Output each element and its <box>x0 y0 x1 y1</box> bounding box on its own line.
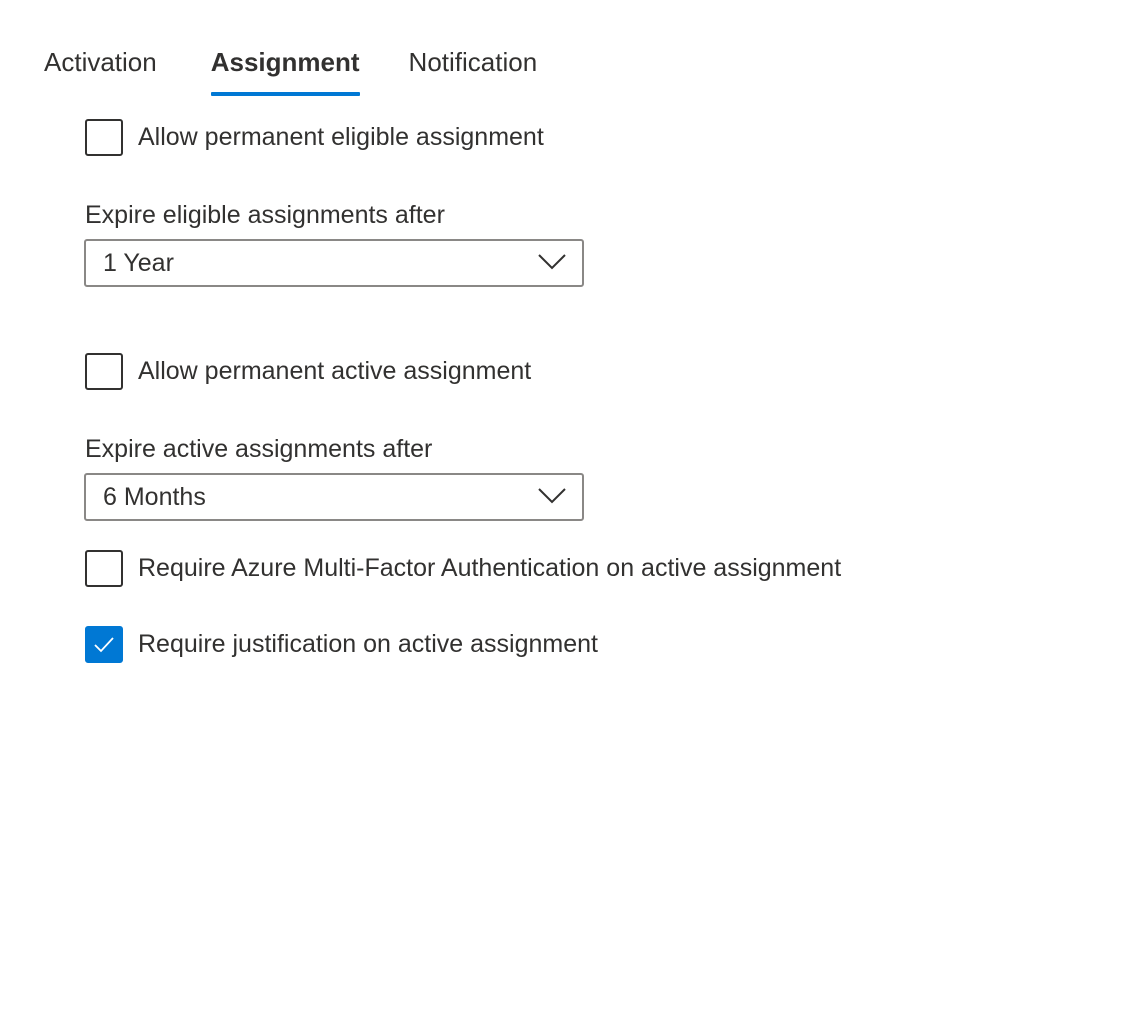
expire-eligible-value: 1 Year <box>103 249 174 277</box>
allow-permanent-eligible-option[interactable]: Allow permanent eligible assignment <box>85 118 544 156</box>
allow-permanent-active-label: Allow permanent active assignment <box>138 356 532 385</box>
tab-notification[interactable]: Notification <box>409 40 538 96</box>
allow-permanent-active-option[interactable]: Allow permanent active assignment <box>85 352 531 390</box>
checkmark-icon <box>94 636 114 652</box>
allow-permanent-active-checkbox[interactable] <box>85 352 123 390</box>
expire-active-label: Expire active assignments after <box>85 435 433 463</box>
require-justification-label: Require justification on active assignme… <box>138 629 598 658</box>
chevron-down-icon <box>538 254 566 270</box>
expire-eligible-label: Expire eligible assignments after <box>85 201 445 229</box>
require-mfa-option[interactable]: Require Azure Multi-Factor Authenticatio… <box>85 549 841 587</box>
tab-activation[interactable]: Activation <box>44 40 157 96</box>
require-mfa-checkbox[interactable] <box>85 549 123 587</box>
allow-permanent-eligible-label: Allow permanent eligible assignment <box>138 122 544 151</box>
expire-active-value: 6 Months <box>103 483 206 511</box>
tab-bar: Activation Assignment Notification <box>44 40 537 96</box>
allow-permanent-eligible-checkbox[interactable] <box>85 118 123 156</box>
require-mfa-label: Require Azure Multi-Factor Authenticatio… <box>138 553 842 582</box>
require-justification-checkbox[interactable] <box>85 625 123 663</box>
require-justification-option[interactable]: Require justification on active assignme… <box>85 625 598 663</box>
expire-eligible-dropdown[interactable]: 1 Year <box>84 239 584 287</box>
chevron-down-icon <box>538 488 566 504</box>
expire-active-dropdown[interactable]: 6 Months <box>84 473 584 521</box>
tab-assignment[interactable]: Assignment <box>210 40 360 96</box>
